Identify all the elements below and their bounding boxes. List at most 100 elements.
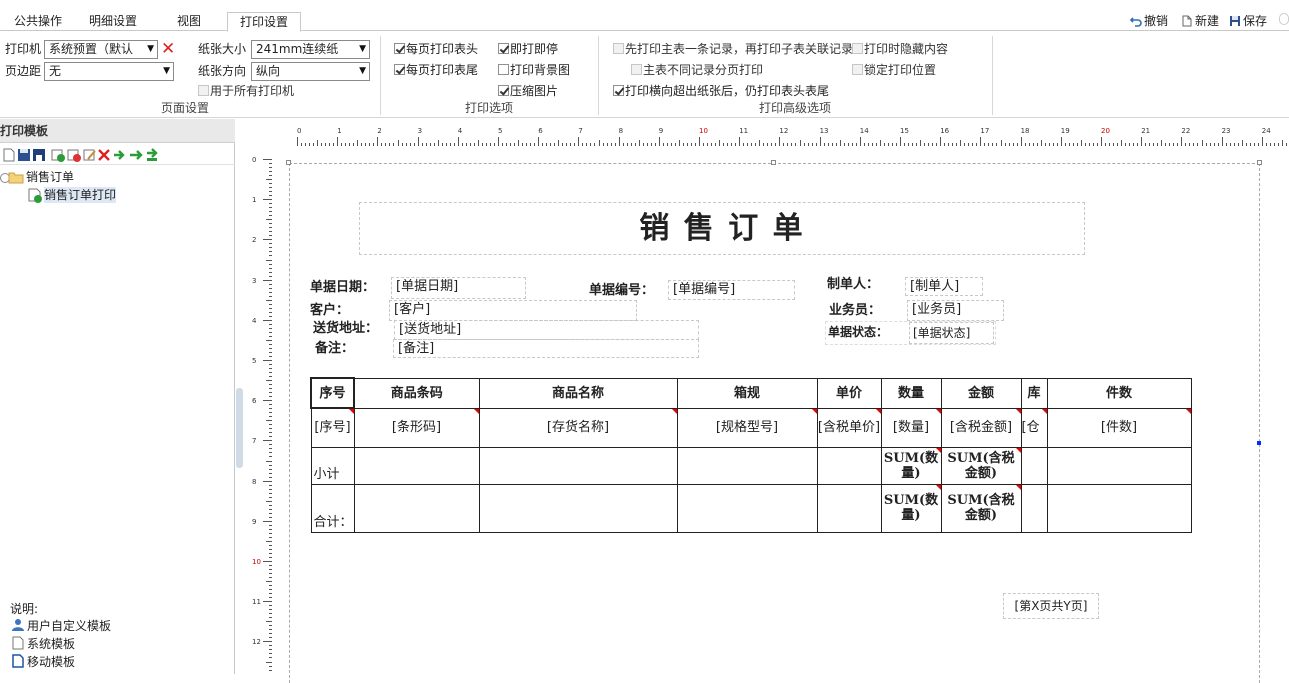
detail-cell[interactable]: [序号]	[310, 407, 355, 448]
empty-cell[interactable]	[816, 483, 882, 533]
print-stop-checkbox[interactable]: 即打即停	[498, 41, 558, 57]
date-field[interactable]: [单据日期]	[391, 277, 526, 299]
tab-detail-settings[interactable]: 明细设置	[85, 11, 141, 31]
save-button[interactable]: 保存	[1229, 11, 1267, 31]
total-amount-cell[interactable]: SUM(含税金额)	[940, 483, 1022, 533]
hide-content-checkbox[interactable]: 打印时隐藏内容	[852, 41, 948, 57]
empty-cell[interactable]	[478, 446, 678, 485]
empty-cell[interactable]	[676, 446, 818, 485]
header-cell[interactable]: 商品条码	[353, 377, 480, 409]
salesman-field[interactable]: [业务员]	[907, 300, 1004, 321]
empty-cell[interactable]	[1020, 483, 1048, 533]
enable-icon[interactable]	[51, 148, 65, 162]
disable-icon[interactable]	[67, 148, 81, 162]
subtotal-label[interactable]: 小计	[310, 446, 355, 485]
detail-cell[interactable]: [含税单价]	[816, 407, 882, 448]
delete-icon[interactable]	[97, 148, 111, 162]
maker-field[interactable]: [制单人]	[905, 277, 983, 296]
empty-cell[interactable]	[1046, 483, 1192, 533]
save-icon[interactable]	[17, 148, 31, 162]
header-cell[interactable]: 商品名称	[478, 377, 678, 409]
diff-page-checkbox[interactable]: 主表不同记录分页打印	[631, 62, 763, 78]
date-label[interactable]: 单据日期：	[310, 279, 375, 297]
new-template-icon[interactable]	[2, 148, 16, 162]
all-printers-checkbox[interactable]: 用于所有打印机	[198, 83, 294, 99]
status-field[interactable]: [单据状态]	[909, 322, 994, 344]
empty-cell[interactable]	[353, 446, 480, 485]
each-footer-checkbox[interactable]: 每页打印表尾	[394, 62, 478, 78]
note-mobile-template: 移动模板	[27, 655, 76, 669]
detail-cell[interactable]: [数量]	[880, 407, 942, 448]
report-title[interactable]: 销 售 订 单	[359, 202, 1085, 255]
empty-cell[interactable]	[478, 483, 678, 533]
panel-splitter[interactable]	[236, 388, 243, 468]
order-no-label[interactable]: 单据编号：	[589, 282, 654, 300]
subtotal-amount-cell[interactable]: SUM(含税金额)	[940, 446, 1022, 485]
empty-cell[interactable]	[816, 446, 882, 485]
salesman-label[interactable]: 业务员：	[829, 302, 881, 320]
tab-print-settings[interactable]: 打印设置	[227, 12, 302, 32]
tree-item-sales-order-print[interactable]: 销售订单打印	[44, 187, 117, 203]
tree-item-sales-order[interactable]: 销售订单	[26, 169, 74, 185]
detail-cell[interactable]: [含税金额]	[940, 407, 1022, 448]
subtotal-qty-cell[interactable]: SUM(数量)	[880, 446, 942, 485]
empty-cell[interactable]	[1020, 446, 1048, 485]
address-field[interactable]: [送货地址]	[394, 320, 699, 340]
page-resize-handle[interactable]	[1257, 441, 1261, 445]
customer-field[interactable]: [客户]	[389, 300, 637, 321]
print-bg-checkbox[interactable]: 打印背景图	[498, 62, 570, 78]
lock-pos-checkbox[interactable]: 锁定打印位置	[852, 62, 936, 78]
page-resize-handle[interactable]	[1257, 160, 1262, 165]
header-cell[interactable]: 库	[1020, 377, 1048, 409]
page-number-field[interactable]: [第X页共Y页]	[1003, 593, 1099, 619]
header-cell[interactable]: 箱规	[676, 377, 818, 409]
compress-checkbox[interactable]: 压缩图片	[498, 83, 558, 99]
status-label[interactable]: 单据状态：	[828, 323, 888, 341]
clear-printer-icon[interactable]: ✕	[161, 40, 175, 58]
detail-cell[interactable]: [件数]	[1046, 407, 1192, 448]
detail-cell[interactable]: [规格型号]	[676, 407, 818, 448]
empty-cell[interactable]	[676, 483, 818, 533]
paper-dir-select[interactable]: 纵向 ▼	[251, 62, 370, 81]
new-button[interactable]: 新建	[1181, 11, 1219, 31]
page-resize-handle[interactable]	[286, 160, 291, 165]
printer-select[interactable]: 系统预置（默认 ▼	[44, 40, 158, 59]
memo-field[interactable]: [备注]	[393, 339, 699, 358]
master-first-checkbox[interactable]: 先打印主表一条记录，再打印子表关联记录	[613, 41, 853, 57]
order-no-field[interactable]: [单据编号]	[668, 280, 795, 300]
export-icon[interactable]	[129, 148, 143, 162]
header-cell[interactable]: 序号	[310, 377, 355, 409]
header-cell[interactable]: 金额	[940, 377, 1022, 409]
each-header-checkbox[interactable]: 每页打印表头	[394, 41, 478, 57]
save-as-icon[interactable]	[32, 148, 46, 162]
more-icon[interactable]	[1279, 13, 1289, 25]
ruler-tick	[1088, 143, 1090, 146]
empty-cell[interactable]	[1046, 446, 1192, 485]
detail-cell[interactable]: [条形码]	[353, 407, 480, 448]
tab-view[interactable]: 视图	[173, 11, 205, 31]
header-cell[interactable]: 数量	[880, 377, 942, 409]
detail-cell[interactable]: [仓	[1020, 407, 1048, 448]
ruler-tick	[1233, 143, 1235, 146]
empty-cell[interactable]	[353, 483, 480, 533]
header-cell[interactable]: 单价	[816, 377, 882, 409]
margin-select[interactable]: 无 ▼	[44, 62, 174, 81]
overflow-checkbox[interactable]: 打印横向超出纸张后，仍打印表头表尾	[613, 83, 829, 99]
memo-label[interactable]: 备注：	[315, 340, 354, 358]
maker-label[interactable]: 制单人：	[827, 276, 879, 294]
download-icon[interactable]	[145, 148, 159, 162]
paper-size-select[interactable]: 241mm连续纸 ▼	[251, 40, 370, 59]
total-qty-cell[interactable]: SUM(数量)	[880, 483, 942, 533]
page-resize-handle[interactable]	[771, 160, 776, 165]
detail-cell[interactable]: [存货名称]	[478, 407, 678, 448]
customer-label[interactable]: 客户：	[310, 302, 349, 320]
undo-button[interactable]: 撤销	[1130, 11, 1168, 31]
ruler-tick	[485, 143, 487, 146]
import-icon[interactable]	[113, 148, 127, 162]
total-label[interactable]: 合计：	[310, 483, 355, 533]
header-cell[interactable]: 件数	[1046, 377, 1192, 409]
tab-public-ops[interactable]: 公共操作	[10, 11, 66, 31]
edit-icon[interactable]	[83, 148, 97, 162]
ruler-tick	[618, 137, 620, 146]
address-label[interactable]: 送货地址：	[313, 320, 378, 338]
